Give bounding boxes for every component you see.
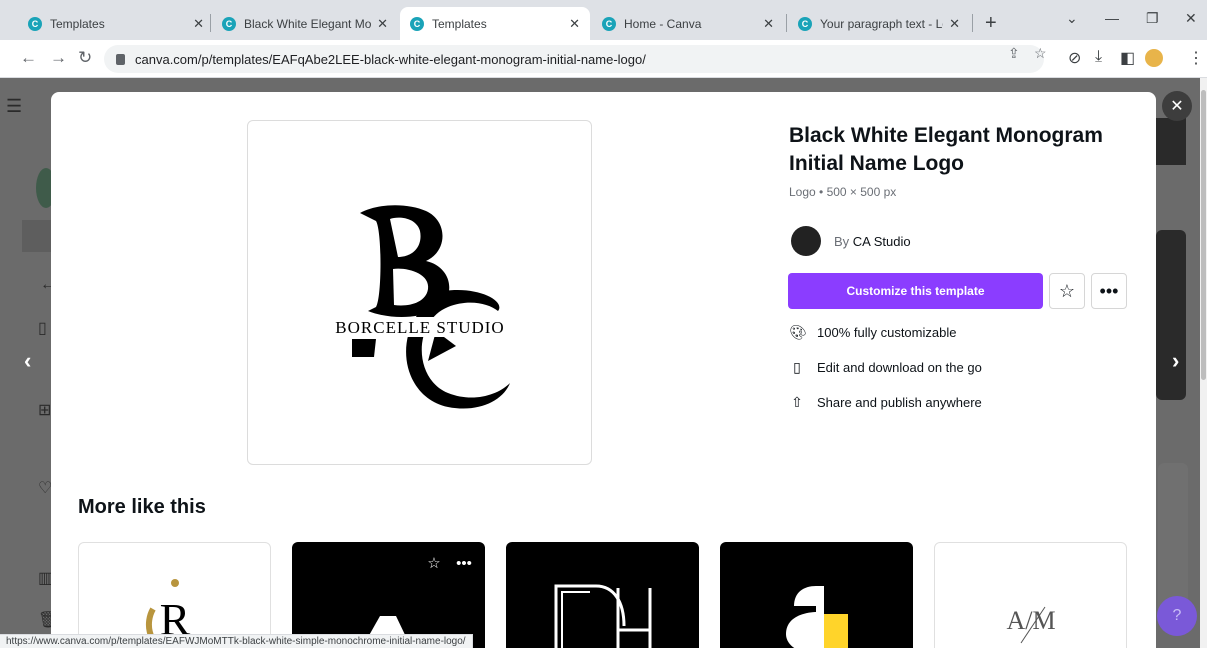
tab-title: Home - Canva bbox=[624, 16, 702, 31]
more-options-icon[interactable]: ••• bbox=[1091, 273, 1127, 309]
tab-search-chevron-icon[interactable]: ⌄ bbox=[1066, 10, 1078, 27]
palette-icon: 🎨︎ bbox=[789, 324, 807, 340]
next-template-arrow-icon[interactable]: › bbox=[1172, 348, 1179, 374]
author-avatar[interactable] bbox=[791, 226, 821, 256]
related-thumbnail-yellow-monogram bbox=[786, 586, 848, 648]
tab-separator bbox=[786, 14, 787, 32]
forward-icon[interactable]: → bbox=[50, 48, 67, 68]
close-tab-icon[interactable]: ✕ bbox=[949, 16, 960, 32]
previous-template-arrow-icon[interactable]: ‹ bbox=[24, 348, 31, 374]
card-more-icon[interactable]: ••• bbox=[450, 550, 478, 576]
customize-template-button[interactable]: Customize this template bbox=[788, 273, 1043, 309]
template-meta: Logo • 500 × 500 px bbox=[789, 185, 897, 199]
background-thumbnail bbox=[1156, 118, 1186, 165]
card-actions: ☆ ••• bbox=[420, 550, 478, 576]
tab-title: Black White Elegant Monogr bbox=[244, 16, 372, 31]
feature-customizable: 🎨︎ 100% fully customizable bbox=[789, 324, 956, 341]
new-tab-icon[interactable]: + bbox=[985, 12, 997, 35]
feature-label: Share and publish anywhere bbox=[817, 395, 982, 410]
background-thumbnail bbox=[1156, 230, 1186, 400]
close-tab-icon[interactable]: ✕ bbox=[569, 16, 580, 32]
minimize-icon[interactable]: — bbox=[1105, 10, 1119, 26]
author-name[interactable]: CA Studio bbox=[853, 234, 911, 249]
tab-strip: C Templates ✕ C Black White Elegant Mono… bbox=[0, 0, 1207, 40]
favorite-star-icon[interactable]: ☆ bbox=[1049, 273, 1085, 309]
feature-label: 100% fully customizable bbox=[817, 325, 957, 340]
background-block bbox=[22, 220, 52, 252]
close-tab-icon[interactable]: ✕ bbox=[193, 16, 204, 32]
feature-share: ⇧ Share and publish anywhere bbox=[789, 394, 982, 411]
background-apps-icon: ⊞ bbox=[38, 402, 52, 419]
bookmark-star-icon[interactable]: ☆ bbox=[1034, 45, 1047, 62]
related-thumbnail-gold-monogram: R bbox=[145, 579, 191, 648]
template-preview[interactable]: BORCELLE STUDIO bbox=[247, 120, 592, 465]
hamburger-menu-icon: ☰ bbox=[6, 96, 23, 116]
close-modal-icon[interactable]: ✕ bbox=[1162, 91, 1192, 121]
restore-icon[interactable]: ❐ bbox=[1146, 10, 1159, 27]
author-byline[interactable]: By CA Studio bbox=[834, 234, 911, 249]
side-panel-icon[interactable]: ◧ bbox=[1120, 48, 1135, 68]
menu-kebab-icon[interactable]: ⋮ bbox=[1188, 48, 1204, 68]
canva-favicon-icon: C bbox=[410, 16, 424, 31]
help-button[interactable]: ? bbox=[1157, 596, 1197, 636]
url-text: canva.com/p/templates/EAFqAbe2LEE-black-… bbox=[135, 51, 646, 67]
lock-icon bbox=[116, 53, 125, 65]
feature-label: Edit and download on the go bbox=[817, 360, 982, 375]
extension-icon[interactable]: ⊘ bbox=[1068, 48, 1081, 68]
close-window-icon[interactable]: ✕ bbox=[1185, 10, 1197, 27]
card-monogram-text: A/M bbox=[1006, 606, 1055, 635]
template-modal: BORCELLE STUDIO Black White Elegant Mono… bbox=[51, 92, 1156, 648]
background-file-icon: ▯ bbox=[38, 320, 47, 337]
tab-black-white-elegant[interactable]: C Black White Elegant Monogr ✕ bbox=[212, 7, 398, 40]
address-bar[interactable]: canva.com/p/templates/EAFqAbe2LEE-black-… bbox=[104, 45, 1044, 73]
canva-favicon-icon: C bbox=[798, 16, 812, 31]
tab-separator bbox=[210, 14, 211, 32]
related-thumbnail-am-monogram: A/M bbox=[1006, 606, 1056, 644]
author-prefix: By bbox=[834, 234, 850, 249]
close-tab-icon[interactable]: ✕ bbox=[763, 16, 774, 32]
related-template-card[interactable]: A/M bbox=[934, 542, 1127, 648]
related-thumbnail-dh-monogram bbox=[554, 584, 652, 648]
download-icon[interactable]: ⤓ bbox=[1095, 48, 1102, 66]
canva-favicon-icon: C bbox=[602, 16, 616, 31]
reload-icon[interactable]: ↻ bbox=[78, 48, 92, 68]
card-favorite-icon[interactable]: ☆ bbox=[420, 550, 448, 576]
profile-avatar[interactable] bbox=[1145, 49, 1163, 67]
tab-separator bbox=[972, 14, 973, 32]
tab-title: Your paragraph text - Logo bbox=[820, 16, 943, 31]
tab-home-canva[interactable]: C Home - Canva ✕ bbox=[592, 7, 784, 40]
related-template-card[interactable] bbox=[720, 542, 913, 648]
template-title: Black White Elegant Monogram Initial Nam… bbox=[789, 124, 1103, 175]
back-icon[interactable]: ← bbox=[20, 48, 37, 68]
tab-title: Templates bbox=[432, 16, 487, 31]
close-tab-icon[interactable]: ✕ bbox=[377, 16, 388, 32]
share-icon: ⇧ bbox=[791, 394, 803, 410]
feature-mobile: ▯ Edit and download on the go bbox=[789, 359, 982, 376]
tab-title: Templates bbox=[50, 16, 105, 31]
share-page-icon[interactable]: ⇪ bbox=[1008, 45, 1020, 62]
canva-favicon-icon: C bbox=[222, 16, 236, 31]
related-template-card[interactable]: ☆ ••• bbox=[292, 542, 485, 648]
scrollbar-thumb[interactable] bbox=[1201, 90, 1206, 380]
tab-paragraph-logo[interactable]: C Your paragraph text - Logo ✕ bbox=[788, 7, 970, 40]
preview-brand-text: BORCELLE STUDIO bbox=[335, 318, 504, 337]
status-bar-url: https://www.canva.com/p/templates/EAFWJM… bbox=[0, 634, 473, 648]
phone-icon: ▯ bbox=[793, 359, 801, 375]
canva-favicon-icon: C bbox=[28, 16, 42, 31]
tab-templates-active[interactable]: C Templates ✕ bbox=[400, 7, 590, 40]
related-template-card[interactable] bbox=[506, 542, 699, 648]
tab-templates-1[interactable]: C Templates ✕ bbox=[18, 7, 214, 40]
monogram-logo-image: BORCELLE STUDIO bbox=[318, 205, 518, 409]
toolbar: ← → ↻ canva.com/p/templates/EAFqAbe2LEE-… bbox=[0, 40, 1207, 78]
related-template-card[interactable]: R bbox=[78, 542, 271, 648]
more-like-this-heading: More like this bbox=[78, 496, 206, 518]
